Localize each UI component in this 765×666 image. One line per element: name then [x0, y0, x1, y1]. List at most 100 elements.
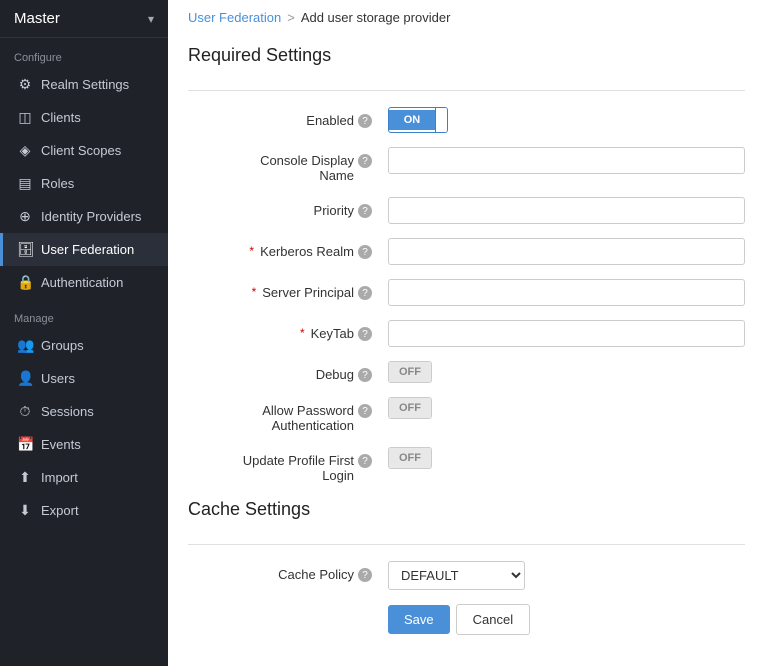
update-profile-first-login-label: Update Profile FirstLogin ?: [188, 447, 388, 483]
update-profile-first-login-toggle[interactable]: OFF: [388, 447, 432, 469]
debug-toggle[interactable]: OFF: [388, 361, 432, 383]
console-display-name-label: Console DisplayName ?: [188, 147, 388, 183]
import-icon: ⬆: [17, 469, 33, 486]
server-principal-label: * Server Principal ?: [188, 279, 388, 300]
main-content: User Federation > Add user storage provi…: [168, 0, 765, 666]
update-profile-first-login-off-label: OFF: [389, 448, 431, 468]
server-principal-input[interactable]: [388, 279, 745, 306]
sidebar-item-clients[interactable]: ◫ Clients: [0, 101, 168, 134]
sessions-icon: ⏱: [17, 403, 33, 420]
debug-off-label: OFF: [389, 362, 431, 382]
debug-group: Debug ? OFF: [188, 361, 745, 383]
allow-password-auth-label: Allow PasswordAuthentication ?: [188, 397, 388, 433]
breadcrumb-current: Add user storage provider: [301, 10, 451, 25]
required-settings-title: Required Settings: [188, 45, 745, 74]
kerberos-realm-control: [388, 238, 745, 265]
update-profile-first-login-control: OFF: [388, 447, 745, 469]
priority-help-icon[interactable]: ?: [358, 204, 372, 218]
cache-policy-control: DEFAULT EVICT_WEEKLY EVICT_DAILY MAX_LIF…: [388, 561, 745, 590]
master-realm-label: Master: [14, 10, 60, 27]
sidebar-item-identity[interactable]: ⊕ Identity Providers: [0, 200, 168, 233]
keytab-input[interactable]: [388, 320, 745, 347]
identity-icon: ⊕: [17, 208, 33, 225]
update-profile-first-login-help-icon[interactable]: ?: [358, 454, 372, 468]
cache-policy-label: Cache Policy ?: [188, 561, 388, 582]
sidebar-item-label: Realm Settings: [41, 77, 129, 92]
export-icon: ⬇: [17, 502, 33, 519]
priority-group: Priority ? 0: [188, 197, 745, 224]
allow-password-auth-group: Allow PasswordAuthentication ? OFF: [188, 397, 745, 433]
allow-password-auth-off-label: OFF: [389, 398, 431, 418]
sidebar-item-sessions[interactable]: ⏱ Sessions: [0, 395, 168, 428]
clients-icon: ◫: [17, 109, 33, 126]
kerberos-realm-help-icon[interactable]: ?: [358, 245, 372, 259]
cache-settings-title: Cache Settings: [188, 499, 745, 528]
breadcrumb: User Federation > Add user storage provi…: [168, 0, 765, 35]
allow-password-auth-toggle[interactable]: OFF: [388, 397, 432, 419]
enabled-toggle[interactable]: ON: [388, 107, 448, 133]
sidebar-item-realm-settings[interactable]: ⚙ Realm Settings: [0, 68, 168, 101]
sidebar-item-import[interactable]: ⬆ Import: [0, 461, 168, 494]
cancel-button[interactable]: Cancel: [456, 604, 530, 635]
required-settings-divider: [188, 90, 745, 91]
debug-control: OFF: [388, 361, 745, 383]
server-principal-group: * Server Principal ?: [188, 279, 745, 306]
sidebar-item-roles[interactable]: ▤ Roles: [0, 167, 168, 200]
priority-label: Priority ?: [188, 197, 388, 218]
enabled-label: Enabled ?: [188, 107, 388, 128]
realm-settings-icon: ⚙: [17, 76, 33, 93]
authentication-icon: 🔒: [17, 274, 33, 291]
sidebar-item-label: Client Scopes: [41, 143, 121, 158]
debug-label: Debug ?: [188, 361, 388, 382]
kerberos-realm-group: * Kerberos Realm ?: [188, 238, 745, 265]
sidebar-item-user-federation[interactable]: 🗄 User Federation: [0, 233, 168, 266]
breadcrumb-link[interactable]: User Federation: [188, 10, 281, 25]
keytab-group: * KeyTab ?: [188, 320, 745, 347]
sidebar-item-label: Users: [41, 371, 75, 386]
users-icon: 👤: [17, 370, 33, 387]
sidebar-item-groups[interactable]: 👥 Groups: [0, 329, 168, 362]
manage-section-title: Manage: [0, 299, 168, 329]
priority-input[interactable]: 0: [388, 197, 745, 224]
sidebar-item-client-scopes[interactable]: ◈ Client Scopes: [0, 134, 168, 167]
console-display-name-input[interactable]: kerberos: [388, 147, 745, 174]
debug-help-icon[interactable]: ?: [358, 368, 372, 382]
groups-icon: 👥: [17, 337, 33, 354]
cache-policy-group: Cache Policy ? DEFAULT EVICT_WEEKLY EVIC…: [188, 561, 745, 590]
sidebar-item-label: Export: [41, 503, 79, 518]
user-federation-icon: 🗄: [17, 241, 33, 258]
sidebar-item-label: Events: [41, 437, 81, 452]
keytab-control: [388, 320, 745, 347]
sidebar-item-label: Identity Providers: [41, 209, 141, 224]
kerberos-realm-label: * Kerberos Realm ?: [188, 238, 388, 259]
sidebar-item-authentication[interactable]: 🔒 Authentication: [0, 266, 168, 299]
client-scopes-icon: ◈: [17, 142, 33, 159]
keytab-help-icon[interactable]: ?: [358, 327, 372, 341]
console-display-name-help-icon[interactable]: ?: [358, 154, 372, 168]
configure-section-title: Configure: [0, 38, 168, 68]
events-icon: 📅: [17, 436, 33, 453]
cache-policy-help-icon[interactable]: ?: [358, 568, 372, 582]
cache-policy-select[interactable]: DEFAULT EVICT_WEEKLY EVICT_DAILY MAX_LIF…: [388, 561, 525, 590]
save-button[interactable]: Save: [388, 605, 450, 634]
enabled-group: Enabled ? ON: [188, 107, 745, 133]
enabled-help-icon[interactable]: ?: [358, 114, 372, 128]
update-profile-first-login-group: Update Profile FirstLogin ? OFF: [188, 447, 745, 483]
priority-control: 0: [388, 197, 745, 224]
sidebar-item-label: Import: [41, 470, 78, 485]
server-principal-help-icon[interactable]: ?: [358, 286, 372, 300]
master-realm-selector[interactable]: Master ▾: [0, 0, 168, 38]
console-display-name-control: kerberos: [388, 147, 745, 174]
sidebar-item-label: User Federation: [41, 242, 134, 257]
sidebar-item-label: Sessions: [41, 404, 94, 419]
sidebar-item-users[interactable]: 👤 Users: [0, 362, 168, 395]
sidebar-item-events[interactable]: 📅 Events: [0, 428, 168, 461]
allow-password-auth-help-icon[interactable]: ?: [358, 404, 372, 418]
sidebar-item-label: Roles: [41, 176, 74, 191]
kerberos-realm-input[interactable]: [388, 238, 745, 265]
sidebar: Master ▾ Configure ⚙ Realm Settings ◫ Cl…: [0, 0, 168, 666]
breadcrumb-separator: >: [287, 10, 295, 25]
enabled-on-label: ON: [389, 110, 435, 130]
sidebar-item-export[interactable]: ⬇ Export: [0, 494, 168, 527]
sidebar-item-label: Clients: [41, 110, 81, 125]
